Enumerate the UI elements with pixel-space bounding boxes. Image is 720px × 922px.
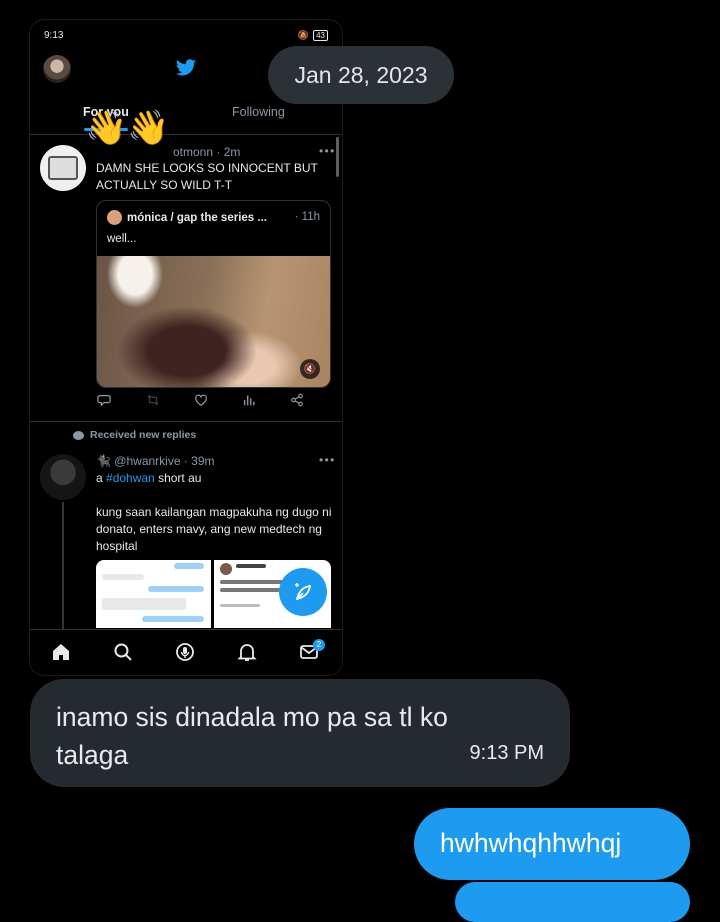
tweet-text-suffix: short au (154, 471, 202, 485)
tab-following[interactable]: Following (232, 105, 285, 119)
tweet-text: DAMN SHE LOOKS SO INNOCENT BUT ACTUALLY … (96, 161, 318, 192)
quoted-author-name: mónica / gap the series ... (127, 211, 267, 224)
tweet-action-bar (30, 393, 342, 413)
like-icon[interactable] (194, 393, 208, 410)
message-timestamp: 9:13 PM (469, 742, 544, 764)
views-icon[interactable] (242, 393, 256, 410)
reply-icon[interactable] (97, 393, 111, 410)
cat-emoji-icon: 🐈‍⬛ (96, 454, 111, 468)
mute-icon[interactable]: 🔇 (300, 359, 320, 379)
tweet-author-avatar[interactable] (40, 145, 86, 191)
notifications-icon[interactable] (236, 642, 258, 664)
share-icon[interactable] (290, 393, 304, 410)
tweet-handle-text: @hwanrkive · 39m (114, 454, 215, 468)
quoted-tweet[interactable]: mónica / gap the series ... · 11h well..… (96, 200, 331, 388)
chat-screenshot-image[interactable] (96, 560, 211, 628)
compose-tweet-button[interactable] (279, 568, 327, 616)
tweet-text-prefix: a (96, 471, 107, 485)
outgoing-message[interactable]: hwhwhqhhwhqj (414, 808, 690, 880)
bottom-nav: 2 (30, 629, 342, 675)
hashtag-link[interactable]: #dohwan (106, 471, 155, 485)
twitter-bird-icon (175, 58, 197, 83)
status-time: 9:13 (44, 30, 64, 41)
scrollbar[interactable] (336, 137, 339, 177)
tweet-author-handle[interactable]: otmonn · 2m (173, 145, 240, 159)
status-icons: 🔕 43 (298, 30, 328, 41)
battery-level: 43 (313, 30, 328, 41)
tweet-body: kung saan kailangan magpakuha ng dugo ni… (96, 505, 332, 553)
outgoing-message-text: hwhwhqhhwhqj (440, 828, 622, 858)
profile-avatar (43, 55, 71, 83)
shared-screenshot[interactable]: 9:13 🔕 43 For you Following otmonn · 2m … (30, 20, 342, 675)
waving-hands-emoji: 👋👋 (85, 109, 170, 147)
outgoing-message-partial[interactable] (455, 882, 690, 922)
alarm-icon: 🔕 (297, 30, 310, 40)
quoted-tweet-header: mónica / gap the series ... (107, 210, 267, 225)
received-replies-text: Received new replies (90, 429, 197, 441)
home-icon[interactable] (50, 642, 72, 664)
spaces-icon[interactable] (174, 642, 196, 664)
retweet-icon[interactable] (146, 393, 160, 410)
reply-bubble-icon (73, 430, 84, 440)
tweet-author-avatar[interactable] (40, 454, 86, 500)
quoted-video-thumbnail[interactable]: 🔇 (97, 256, 330, 387)
tweet-more-icon[interactable]: • • • (319, 144, 334, 158)
received-replies-label: Received new replies (73, 429, 196, 441)
quoted-tweet-text: well... (107, 233, 137, 245)
quoted-author-avatar (107, 210, 122, 225)
incoming-message-text: inamo sis dinadala mo pa sa tl ko talaga (56, 702, 448, 770)
quoted-tweet-time: · 11h (294, 211, 320, 223)
messages-badge: 2 (313, 639, 325, 651)
tweet-divider (30, 421, 342, 422)
tweet-text: a #dohwan short au (96, 470, 332, 487)
date-separator: Jan 28, 2023 (268, 46, 454, 104)
incoming-message[interactable]: inamo sis dinadala mo pa sa tl ko talaga… (30, 679, 570, 787)
tweet-author-handle[interactable]: 🐈‍⬛ @hwanrkive · 39m (96, 454, 215, 468)
search-icon[interactable] (112, 642, 134, 664)
tweet-more-icon[interactable]: • • • (319, 453, 334, 467)
thread-line (62, 502, 64, 632)
